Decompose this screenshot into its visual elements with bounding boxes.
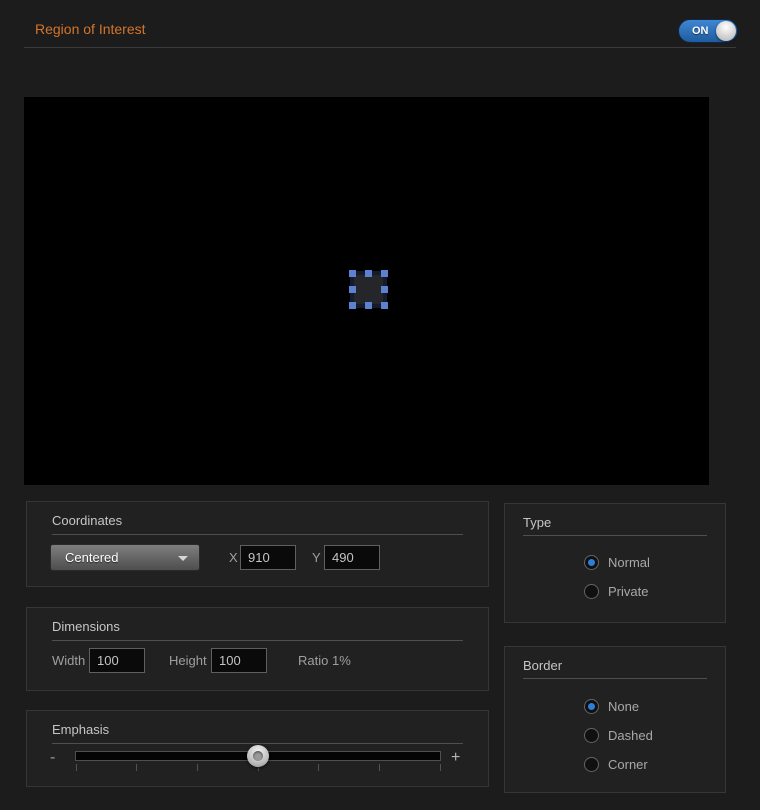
roi-selection-box[interactable]	[350, 271, 387, 308]
video-preview[interactable]	[24, 97, 709, 485]
radio-label: Dashed	[608, 728, 653, 743]
border-rule	[523, 678, 707, 679]
slider-tick	[136, 764, 137, 771]
border-option-corner[interactable]: Corner	[584, 756, 648, 773]
radio-label: Corner	[608, 757, 648, 772]
type-option-normal[interactable]: Normal	[584, 554, 650, 571]
coordinates-rule	[52, 534, 463, 535]
emphasis-title: Emphasis	[52, 722, 109, 737]
emphasis-rule	[52, 743, 463, 744]
border-option-dashed[interactable]: Dashed	[584, 727, 653, 744]
page-title: Region of Interest	[35, 21, 146, 37]
caret-down-icon	[178, 556, 188, 561]
slider-tick	[379, 764, 380, 771]
radio-icon[interactable]	[584, 699, 599, 714]
roi-handle-se[interactable]	[381, 302, 388, 309]
height-label: Height	[169, 653, 207, 668]
region-of-interest-page: Region of Interest ON Coordinates Center…	[0, 0, 760, 810]
height-input[interactable]	[211, 648, 267, 673]
type-panel: Type Normal Private	[504, 503, 726, 623]
emphasis-slider-knob[interactable]	[247, 745, 269, 767]
slider-tick	[197, 764, 198, 771]
radio-icon[interactable]	[584, 555, 599, 570]
width-input[interactable]	[89, 648, 145, 673]
dimensions-panel: Dimensions Width Height Ratio 1%	[26, 607, 489, 691]
x-input[interactable]	[240, 545, 296, 570]
radio-icon[interactable]	[584, 584, 599, 599]
coordinates-panel: Coordinates Centered X Y	[26, 501, 489, 587]
border-panel: Border None Dashed Corner	[504, 646, 726, 793]
radio-icon[interactable]	[584, 728, 599, 743]
slider-tick	[440, 764, 441, 771]
emphasis-decrease-button[interactable]: -	[50, 749, 55, 767]
border-option-none[interactable]: None	[584, 698, 639, 715]
roi-handle-nw[interactable]	[349, 270, 356, 277]
roi-handle-sw[interactable]	[349, 302, 356, 309]
coordinates-title: Coordinates	[52, 513, 122, 528]
type-title: Type	[523, 515, 551, 530]
roi-handle-e[interactable]	[381, 286, 388, 293]
radio-label: Normal	[608, 555, 650, 570]
y-input[interactable]	[324, 545, 380, 570]
radio-icon[interactable]	[584, 757, 599, 772]
dimensions-rule	[52, 640, 463, 641]
emphasis-slider-track[interactable]	[75, 751, 441, 761]
toggle-knob[interactable]	[716, 21, 736, 41]
y-label: Y	[312, 550, 321, 565]
x-label: X	[229, 550, 238, 565]
roi-handle-ne[interactable]	[381, 270, 388, 277]
dimensions-title: Dimensions	[52, 619, 120, 634]
width-label: Width	[52, 653, 85, 668]
roi-handle-w[interactable]	[349, 286, 356, 293]
header-divider	[24, 47, 736, 48]
radio-dot	[588, 559, 595, 566]
radio-label: Private	[608, 584, 648, 599]
position-mode-dropdown[interactable]: Centered	[50, 544, 200, 571]
type-option-private[interactable]: Private	[584, 583, 648, 600]
roi-enable-toggle[interactable]: ON	[678, 19, 738, 43]
position-mode-value: Centered	[65, 550, 118, 565]
type-rule	[523, 535, 707, 536]
toggle-on-label: ON	[692, 25, 709, 37]
emphasis-increase-button[interactable]: +	[451, 749, 460, 767]
roi-handle-n[interactable]	[365, 270, 372, 277]
ratio-label: Ratio 1%	[298, 653, 351, 668]
slider-tick	[318, 764, 319, 771]
emphasis-panel: Emphasis - +	[26, 710, 489, 787]
slider-tick	[76, 764, 77, 771]
roi-handle-s[interactable]	[365, 302, 372, 309]
radio-label: None	[608, 699, 639, 714]
border-title: Border	[523, 658, 562, 673]
radio-dot	[588, 703, 595, 710]
